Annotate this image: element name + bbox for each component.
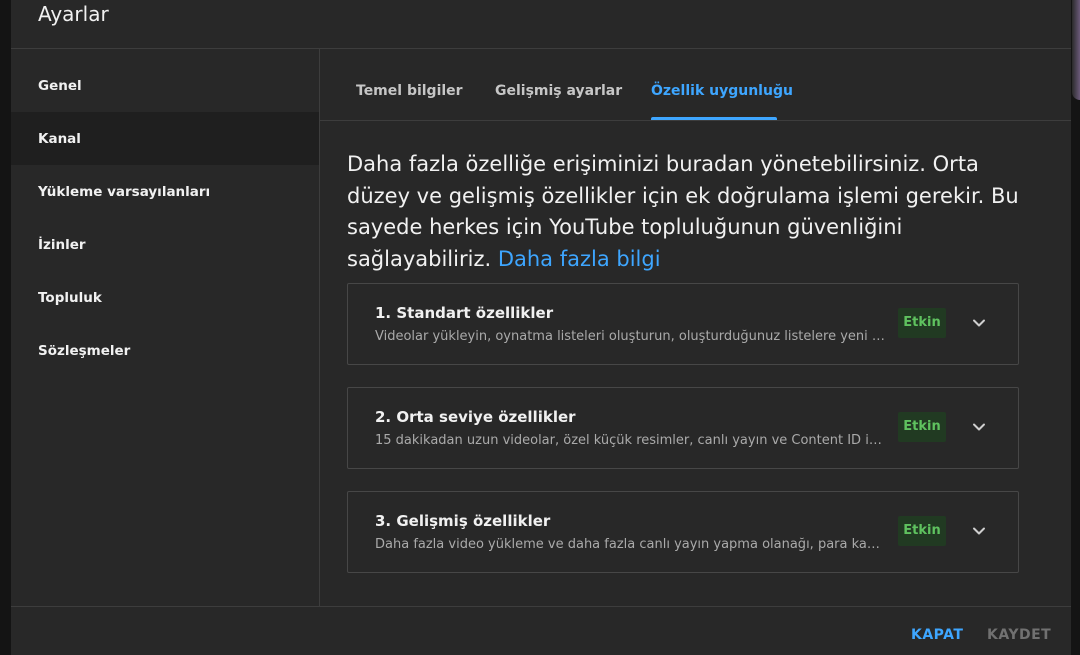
settings-sidebar: Genel Kanal Yükleme varsayılanları İzinl… [11, 49, 320, 606]
sidebar-item-upload-defaults[interactable]: Yükleme varsayılanları [11, 165, 319, 218]
feature-card-standard[interactable]: 1. Standart özellikler Videolar yükleyin… [347, 283, 1019, 365]
tab-label: Gelişmiş ayarlar [495, 83, 623, 99]
sidebar-item-label: Sözleşmeler [38, 342, 131, 359]
active-tab-indicator [651, 117, 777, 120]
dialog-footer: KAPAT KAYDET [11, 606, 1071, 655]
close-button[interactable]: KAPAT [911, 627, 963, 643]
intro-text: Daha fazla özelliğe erişiminizi buradan … [347, 149, 1037, 275]
feature-description: 15 dakikadan uzun videolar, özel küçük r… [375, 433, 885, 448]
learn-more-link[interactable]: Daha fazla bilgi [498, 247, 661, 271]
intro-body: Daha fazla özelliğe erişiminizi buradan … [347, 152, 1019, 271]
sidebar-item-label: İzinler [38, 236, 86, 253]
sidebar-item-channel[interactable]: Kanal [11, 112, 319, 165]
tab-label: Özellik uygunluğu [651, 83, 793, 99]
settings-dialog: Ayarlar Genel Kanal Yükleme varsayılanla… [11, 0, 1071, 655]
feature-description: Videolar yükleyin, oynatma listeleri olu… [375, 329, 885, 344]
sidebar-item-label: Kanal [38, 130, 81, 147]
feature-title: 1. Standart özellikler [375, 304, 554, 322]
sidebar-item-label: Topluluk [38, 289, 102, 306]
tab-advanced-settings[interactable]: Gelişmiş ayarlar [495, 49, 622, 120]
expand-button[interactable] [964, 516, 994, 546]
sidebar-item-label: Genel [38, 77, 82, 94]
tab-label: Temel bilgiler [356, 83, 463, 99]
chevron-down-icon [973, 527, 985, 535]
feature-title: 2. Orta seviye özellikler [375, 408, 576, 426]
status-badge: Etkin [898, 516, 946, 546]
tab-basic-info[interactable]: Temel bilgiler [356, 49, 463, 120]
chevron-down-icon [973, 319, 985, 327]
settings-main: Temel bilgiler Gelişmiş ayarlar Özellik … [320, 49, 1071, 606]
dialog-header: Ayarlar [11, 0, 1071, 49]
sidebar-item-general[interactable]: Genel [11, 59, 319, 112]
sidebar-item-agreements[interactable]: Sözleşmeler [11, 324, 319, 377]
sidebar-item-permissions[interactable]: İzinler [11, 218, 319, 271]
expand-button[interactable] [964, 308, 994, 338]
feature-description: Daha fazla video yükleme ve daha fazla c… [375, 537, 885, 552]
sidebar-item-community[interactable]: Topluluk [11, 271, 319, 324]
save-button[interactable]: KAYDET [987, 627, 1051, 643]
tab-bar: Temel bilgiler Gelişmiş ayarlar Özellik … [320, 49, 1071, 121]
sidebar-item-label: Yükleme varsayılanları [38, 183, 211, 200]
feature-title: 3. Gelişmiş özellikler [375, 512, 551, 530]
status-badge: Etkin [898, 308, 946, 338]
feature-card-advanced[interactable]: 3. Gelişmiş özellikler Daha fazla video … [347, 491, 1019, 573]
expand-button[interactable] [964, 412, 994, 442]
status-badge: Etkin [898, 412, 946, 442]
chevron-down-icon [973, 423, 985, 431]
tab-feature-eligibility[interactable]: Özellik uygunluğu [651, 49, 793, 120]
dialog-title: Ayarlar [38, 2, 109, 26]
feature-card-intermediate[interactable]: 2. Orta seviye özellikler 15 dakikadan u… [347, 387, 1019, 469]
backdrop-edge [1072, 0, 1080, 100]
